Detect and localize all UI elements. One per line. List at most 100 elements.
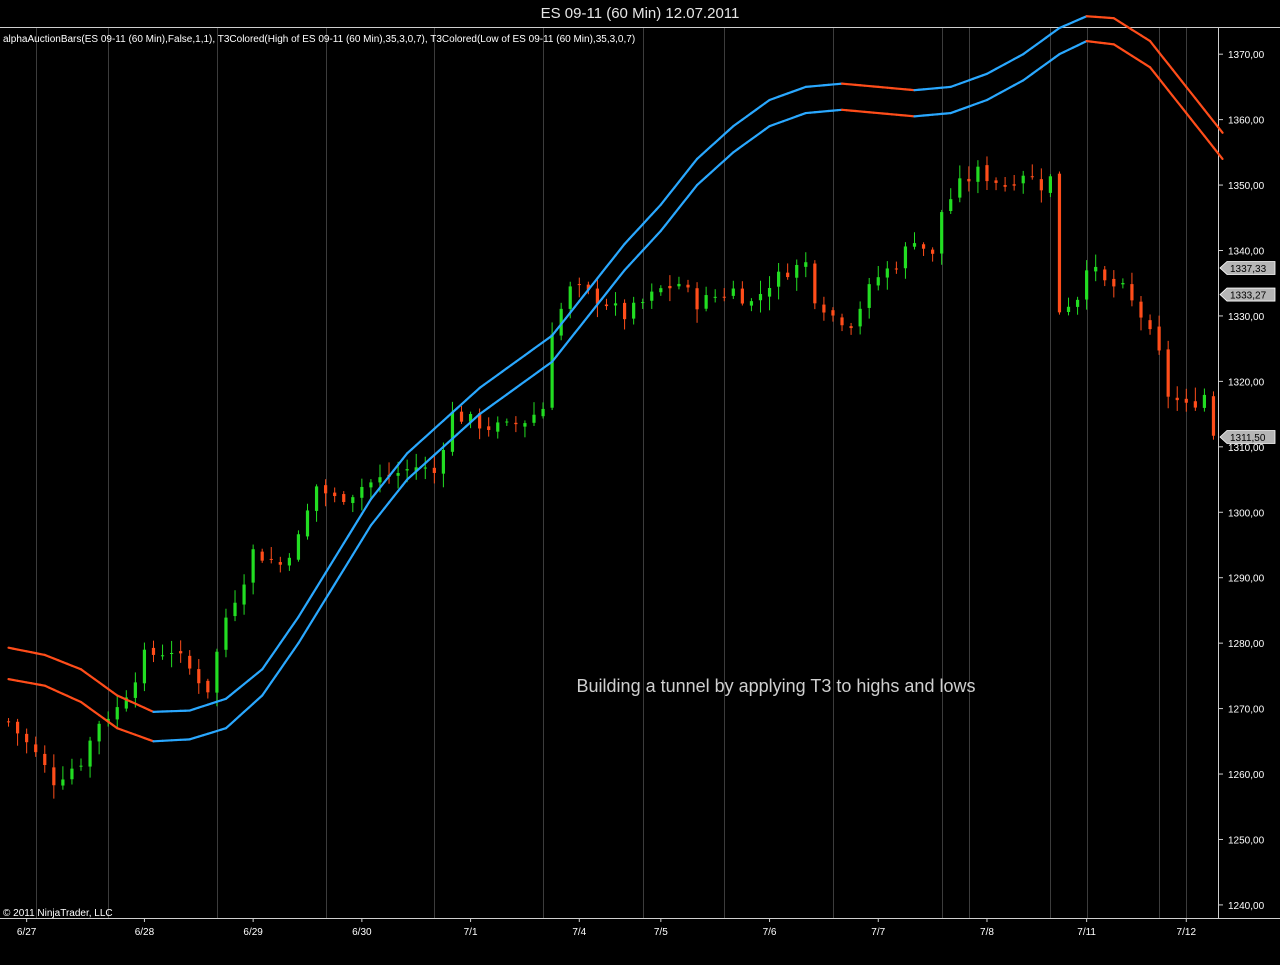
price-bar-body [804, 262, 808, 267]
price-bar-body [423, 467, 427, 469]
price-bar-body [278, 562, 282, 565]
t3-high-segment [315, 579, 323, 589]
price-bar-body [70, 768, 74, 780]
price-bar-body [1066, 306, 1071, 313]
t3-high-segment [306, 593, 314, 604]
t3-high-segment [356, 512, 363, 523]
price-marker-label: 1333,27 [1230, 291, 1267, 302]
price-bar-body [351, 497, 355, 504]
t3-low-segment [261, 687, 268, 697]
x-tick-label: 7/7 [871, 927, 885, 938]
price-bar-body [912, 243, 917, 247]
t3-high-segment [270, 648, 277, 658]
price-bar-body [994, 180, 998, 183]
y-tick-label: 1370,00 [1228, 50, 1265, 61]
price-bar-body [622, 302, 627, 320]
price-bar-body [514, 422, 518, 425]
t3-high-segment [283, 628, 291, 638]
price-bar-body [795, 264, 799, 278]
price-bar-body [1193, 401, 1197, 408]
price-bar-body [206, 680, 210, 693]
t3-high-segment [261, 661, 268, 671]
t3-high-segment [338, 542, 345, 552]
x-tick-label: 6/27 [17, 927, 37, 938]
price-bar-body [894, 268, 898, 270]
price-bar-body [686, 284, 690, 288]
copyright-text: © 2011 NinjaTrader, LLC [3, 908, 113, 919]
price-bar-body [151, 647, 156, 655]
price-bar-body [568, 286, 572, 309]
price-bar-body [378, 477, 382, 483]
t3-low-segment [283, 655, 291, 664]
t3-low-segment [351, 546, 359, 556]
t3-low-segment [270, 674, 277, 684]
x-tick-label: 7/5 [654, 927, 668, 938]
t3-high-segment [292, 615, 300, 625]
price-bar-body [876, 277, 880, 286]
price-bar-body [1121, 283, 1125, 285]
y-tick-label: 1330,00 [1228, 312, 1265, 323]
price-bar-body [369, 482, 373, 488]
price-bar-body [985, 165, 989, 182]
t3-high-segment [351, 520, 359, 530]
price-bar-body [931, 249, 935, 254]
t3-low-segment [288, 648, 296, 658]
price-chart[interactable]: 1370,00 1360,00 1350,00 1340,00 1330,00 1320,… [0, 0, 1280, 965]
price-bar-body [1211, 396, 1216, 436]
x-tick-label: 6/29 [243, 927, 263, 938]
axes: 1370,00 1360,00 1350,00 1340,00 1330,00 1320,… [0, 28, 1280, 938]
price-bar-body [858, 308, 862, 327]
price-bar-body [34, 744, 38, 753]
x-tick-label: 7/6 [763, 927, 777, 938]
price-markers: 1337,33 1333,27 1311,50 [1219, 261, 1276, 444]
price-bar-body [822, 304, 826, 313]
t3-high-segment [265, 655, 273, 664]
price-bar-body [97, 723, 101, 742]
price-bar-body [541, 408, 545, 417]
y-tick-label: 1300,00 [1228, 508, 1265, 519]
y-tick-label: 1340,00 [1228, 247, 1265, 258]
price-bar-body [758, 294, 763, 301]
price-bar-body [242, 584, 246, 605]
price-bar-body [532, 414, 536, 423]
price-bar-body [314, 486, 319, 511]
price-bar-body [1175, 397, 1179, 401]
price-bar-body [496, 422, 500, 432]
price-bar-body [840, 317, 844, 326]
price-bar-body [632, 302, 636, 319]
y-tick-label: 1270,00 [1228, 705, 1265, 716]
price-bar-body [903, 246, 908, 269]
price-bar-body [731, 288, 735, 296]
t3-high-segment [365, 498, 373, 508]
price-bar-body [1166, 349, 1170, 397]
price-bar-body [333, 492, 337, 497]
price-marker-label: 1337,33 [1230, 264, 1267, 275]
price-bar-body [713, 296, 717, 298]
price-bar-body [1075, 299, 1080, 307]
t3-low-segment [310, 612, 318, 623]
price-bar-body [15, 721, 20, 734]
t3-low-segment [292, 642, 300, 651]
t3-low-segment [356, 538, 363, 549]
price-bar-body [179, 651, 183, 654]
t3-tunnel [7, 15, 1224, 743]
price-bar-body [695, 288, 699, 310]
price-bar-body [43, 753, 47, 766]
chart-annotation: Building a tunnel by applying T3 to high… [577, 676, 976, 696]
t3-high-segment [288, 622, 296, 632]
x-tick-label: 7/8 [980, 927, 994, 938]
price-bar-body [740, 288, 744, 304]
price-bar-body [1157, 326, 1161, 351]
price-bar-body [324, 485, 328, 494]
t3-high-segment [333, 549, 341, 560]
price-bar-body [25, 733, 29, 743]
price-bar-body [1030, 176, 1034, 178]
price-bar-body [1012, 184, 1016, 186]
price-bar-body [450, 411, 455, 452]
t3-high-segment [310, 586, 318, 596]
t3-high-segment [319, 571, 327, 582]
price-bar-body [170, 652, 174, 654]
price-bar-body [215, 651, 219, 693]
t3-low-segment [265, 681, 273, 691]
price-bar-body [1202, 394, 1207, 408]
